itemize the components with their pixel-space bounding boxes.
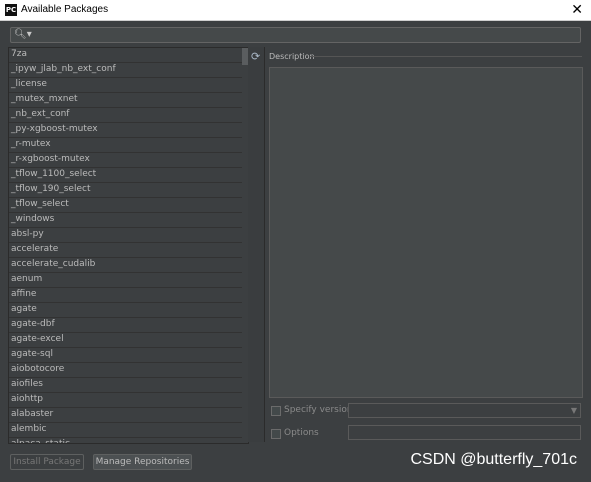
package-list-item[interactable]: _ipyw_jlab_nb_ext_conf [9,63,242,78]
package-list-item[interactable]: accelerate_cudalib [9,258,242,273]
specify-version-label: Specify version [284,405,353,415]
package-list-item[interactable]: _r-mutex [9,138,242,153]
package-list-item[interactable]: _windows [9,213,242,228]
search-icon[interactable]: 🔍︎▾ [14,28,32,42]
package-list-item[interactable]: agate-sql [9,348,242,363]
package-list-item[interactable]: agate-excel [9,333,242,348]
package-list-item[interactable]: aenum [9,273,242,288]
close-icon[interactable]: ✕ [571,2,583,18]
toolbar-strip [248,47,265,442]
package-list: 7za _ipyw_jlab_nb_ext_conf _license _mutex_… [9,48,242,443]
package-list-item[interactable]: _mutex_mxnet [9,93,242,108]
version-select[interactable]: ▼ [348,403,581,418]
package-list-item[interactable]: _license [9,78,242,93]
install-package-button[interactable]: Install Package [10,454,84,470]
package-list-item[interactable]: _nb_ext_conf [9,108,242,123]
package-list-item[interactable]: alabaster [9,408,242,423]
package-list-item[interactable]: aiobotocore [9,363,242,378]
package-list-item[interactable]: _tflow_190_select [9,183,242,198]
package-list-item[interactable]: agate-dbf [9,318,242,333]
description-area [269,67,583,398]
package-list-item[interactable]: aiofiles [9,378,242,393]
package-list-item[interactable]: _r-xgboost-mutex [9,153,242,168]
package-list-panel: 7za _ipyw_jlab_nb_ext_conf _license _mutex_… [8,47,249,444]
chevron-down-icon[interactable]: ▼ [571,404,577,417]
search-input[interactable]: 🔍︎▾ [10,27,581,43]
refresh-icon[interactable]: ⟳ [251,51,260,63]
options-checkbox[interactable] [271,429,281,439]
package-list-item[interactable]: agate [9,303,242,318]
package-list-item[interactable]: 7za [9,48,242,63]
package-list-item[interactable]: _tflow_select [9,198,242,213]
description-divider [310,56,582,57]
package-list-item[interactable]: alembic [9,423,242,438]
package-list-item[interactable]: accelerate [9,243,242,258]
window-title: Available Packages [21,4,109,15]
package-list-item[interactable]: affine [9,288,242,303]
description-label: Description [269,52,315,61]
package-list-item[interactable]: absl-py [9,228,242,243]
title-bar: PC Available Packages ✕ [0,0,591,21]
options-input[interactable] [348,425,581,440]
package-list-item[interactable]: _tflow_1100_select [9,168,242,183]
pycharm-app-icon: PC [5,4,17,16]
manage-repositories-button[interactable]: Manage Repositories [93,454,192,470]
package-list-item[interactable]: _py-xgboost-mutex [9,123,242,138]
options-label: Options [284,428,319,438]
package-list-item[interactable]: alpaca_static [9,438,242,443]
watermark-text: CSDN @butterfly_701c [410,451,577,468]
specify-version-checkbox[interactable] [271,406,281,416]
package-list-item[interactable]: aiohttp [9,393,242,408]
